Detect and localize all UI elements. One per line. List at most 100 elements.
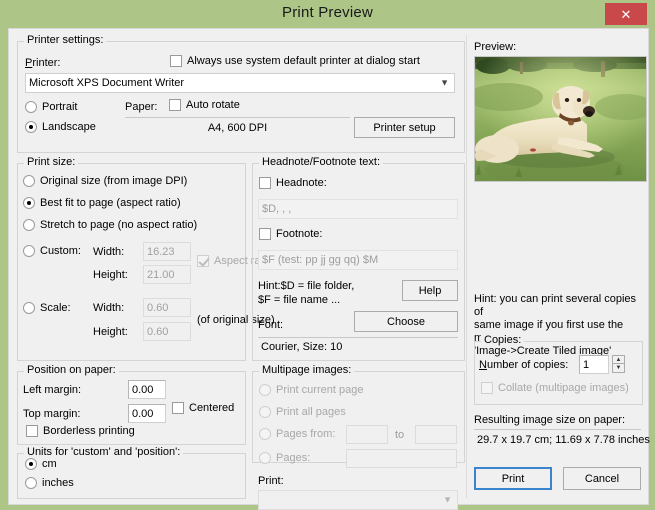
footnote-label: Footnote: — [276, 228, 323, 240]
resulting-size-value: 29.7 x 19.7 cm; 11.69 x 7.78 inches — [477, 433, 650, 446]
font-value-field: Courier, Size: 10 — [258, 337, 458, 356]
printer-setup-button[interactable]: Printer setup — [354, 117, 455, 138]
checkbox-box — [481, 382, 493, 394]
left-margin-label: Left margin: — [23, 384, 82, 396]
top-margin-label: Top margin: — [23, 408, 81, 420]
printer-label: Printer: — [25, 57, 61, 69]
headnote-footnote-legend: Headnote/Footnote text: — [259, 156, 384, 168]
print-preview-window: Print Preview ✕ Printer settings: Printe… — [0, 0, 655, 510]
headnote-checkbox[interactable]: Headnote: — [259, 177, 327, 189]
radio-dot — [25, 121, 37, 133]
checkbox-box — [26, 425, 38, 437]
number-of-copies-value: 1 — [583, 358, 590, 371]
radio-dot — [23, 245, 35, 257]
stepper-up-icon[interactable]: ▲ — [612, 355, 625, 364]
headnote-value: $D, , , — [262, 203, 292, 215]
panel-divider — [466, 35, 467, 498]
radio-dot — [259, 428, 271, 440]
checkbox-box — [259, 228, 271, 240]
print-size-original-label: Original size (from image DPI) — [40, 175, 188, 187]
custom-height-input[interactable]: 21.00 — [143, 265, 191, 284]
footnote-input[interactable]: $F (test: pp jj gg qq) $M — [258, 250, 458, 270]
pages-radio[interactable]: Pages: — [259, 452, 310, 464]
scale-height-input[interactable]: 0.60 — [143, 322, 191, 341]
centered-checkbox[interactable]: Centered — [172, 402, 234, 414]
pages-from-label: Pages from: — [276, 428, 336, 440]
left-margin-input[interactable]: 0.00 — [128, 380, 166, 399]
custom-width-input[interactable]: 16.23 — [143, 242, 191, 261]
paper-label: Paper: — [125, 101, 158, 113]
headnote-hint-line2: $F = file name ... — [258, 294, 341, 306]
stepper-down-icon[interactable]: ▼ — [612, 364, 625, 373]
pages-to-separator-label: to — [395, 429, 405, 441]
number-of-copies-input[interactable]: 1 — [579, 355, 609, 374]
custom-width-label: Width: — [93, 246, 125, 258]
checkbox-box — [170, 55, 182, 67]
print-dropdown-label: Print: — [258, 475, 284, 487]
paper-info-value: A4, 600 DPI — [207, 121, 268, 134]
collate-checkbox[interactable]: Collate (multipage images) — [481, 382, 629, 394]
print-current-page-radio[interactable]: Print current page — [259, 384, 363, 396]
pages-to-input[interactable] — [415, 425, 457, 444]
print-size-bestfit-radio[interactable]: Best fit to page (aspect ratio) — [23, 197, 181, 209]
centered-label: Centered — [189, 402, 235, 414]
printer-settings-legend: Printer settings: — [24, 34, 107, 46]
radio-dot — [23, 219, 35, 231]
scale-width-value: 0.60 — [147, 301, 169, 314]
title-bar: Print Preview ✕ — [0, 0, 655, 28]
print-size-stretch-label: Stretch to page (no aspect ratio) — [40, 219, 198, 231]
preview-image-frame — [474, 56, 647, 182]
resulting-size-label: Resulting image size on paper: — [474, 414, 626, 426]
top-margin-value: 0.00 — [132, 407, 154, 420]
scale-width-input[interactable]: 0.60 — [143, 298, 191, 317]
units-legend: Units for 'custom' and 'position': — [24, 446, 184, 458]
headnote-input[interactable]: $D, , , — [258, 199, 458, 219]
printer-select-value: Microsoft XPS Document Writer — [29, 77, 185, 89]
units-inches-label: inches — [42, 477, 74, 489]
headnote-label: Headnote: — [276, 177, 327, 189]
units-cm-radio[interactable]: cm — [25, 458, 57, 470]
always-default-printer-checkbox[interactable]: Always use system default printer at dia… — [170, 55, 420, 67]
footnote-checkbox[interactable]: Footnote: — [259, 228, 322, 240]
pages-from-radio[interactable]: Pages from: — [259, 428, 335, 440]
help-button[interactable]: Help — [402, 280, 458, 301]
position-legend: Position on paper: — [24, 364, 119, 376]
choose-font-button[interactable]: Choose — [354, 311, 458, 332]
close-icon[interactable]: ✕ — [605, 3, 647, 25]
print-button[interactable]: Print — [474, 467, 552, 490]
auto-rotate-label: Auto rotate — [186, 99, 240, 111]
print-all-pages-radio[interactable]: Print all pages — [259, 406, 346, 418]
scale-width-label: Width: — [93, 302, 125, 314]
choose-font-label: Choose — [387, 315, 425, 328]
print-current-page-label: Print current page — [276, 384, 364, 396]
copies-stepper[interactable]: ▲ ▼ — [612, 355, 625, 373]
cancel-button[interactable]: Cancel — [563, 467, 641, 490]
print-size-original-radio[interactable]: Original size (from image DPI) — [23, 175, 187, 187]
window-title: Print Preview — [282, 4, 373, 21]
custom-height-label: Height: — [93, 269, 128, 281]
number-of-copies-label: Number of copies: — [479, 359, 569, 371]
checkbox-box — [172, 402, 184, 414]
auto-rotate-checkbox[interactable]: Auto rotate — [169, 99, 240, 111]
radio-dot — [259, 384, 271, 396]
orientation-portrait-radio[interactable]: Portrait — [25, 101, 77, 113]
checkbox-box — [169, 99, 181, 111]
orientation-landscape-radio[interactable]: Landscape — [25, 121, 96, 133]
copies-group: Copies: — [474, 334, 643, 405]
pages-from-input[interactable] — [346, 425, 388, 444]
dialog-client-area: Printer settings: Printer: Always use sy… — [8, 28, 650, 510]
print-mode-select[interactable]: ▼ — [258, 490, 458, 510]
print-size-scale-radio[interactable]: Scale: — [23, 302, 71, 314]
print-size-bestfit-label: Best fit to page (aspect ratio) — [40, 197, 181, 209]
radio-dot — [259, 452, 271, 464]
print-size-stretch-radio[interactable]: Stretch to page (no aspect ratio) — [23, 219, 197, 231]
pages-input[interactable] — [346, 449, 457, 468]
borderless-printing-checkbox[interactable]: Borderless printing — [26, 425, 135, 437]
borderless-printing-label: Borderless printing — [43, 425, 135, 437]
print-size-custom-radio[interactable]: Custom: — [23, 245, 81, 257]
cancel-button-label: Cancel — [584, 472, 620, 485]
top-margin-input[interactable]: 0.00 — [128, 404, 166, 423]
units-inches-radio[interactable]: inches — [25, 477, 74, 489]
printer-select[interactable]: Microsoft XPS Document Writer ▼ — [25, 73, 455, 93]
chevron-down-icon: ▼ — [440, 77, 449, 88]
